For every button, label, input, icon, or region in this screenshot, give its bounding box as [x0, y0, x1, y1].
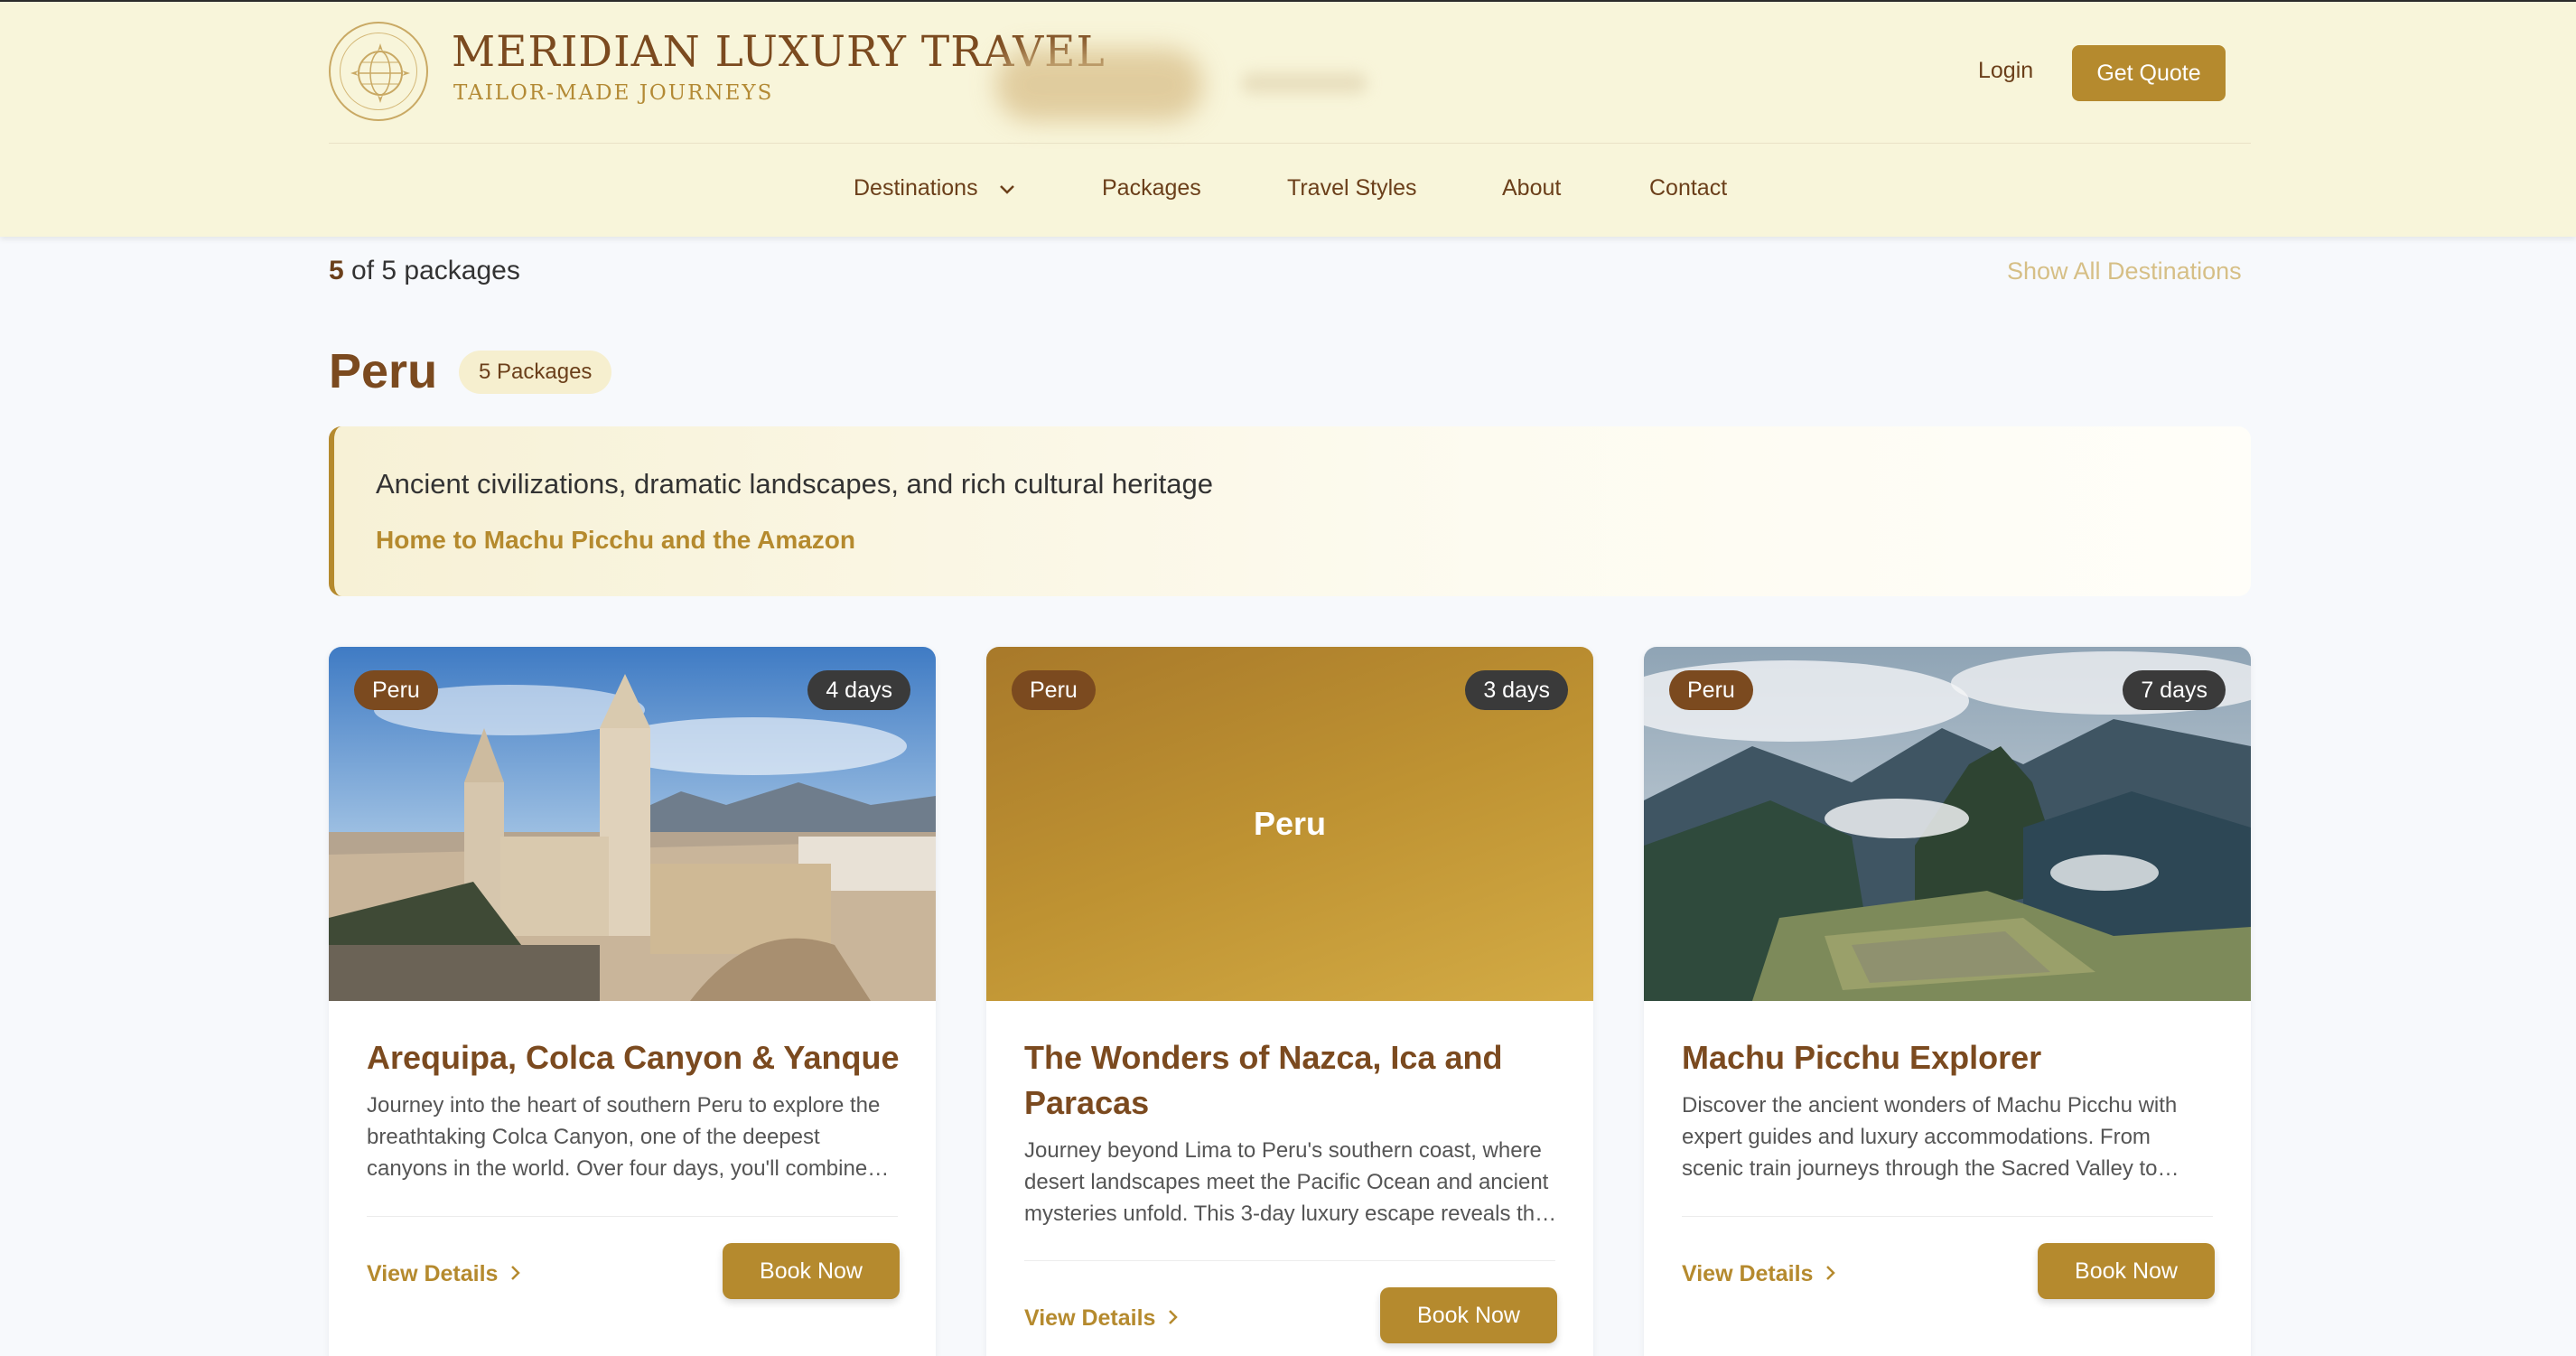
- book-now-button[interactable]: Book Now: [723, 1243, 900, 1299]
- nav-item-packages[interactable]: Packages: [1102, 175, 1201, 201]
- nav-item-contact[interactable]: Contact: [1649, 175, 1727, 201]
- card-title[interactable]: The Wonders of Nazca, Ica and Paracas: [1024, 1035, 1557, 1126]
- package-count-badge: 5 Packages: [459, 351, 612, 394]
- book-now-button[interactable]: Book Now: [2038, 1243, 2215, 1299]
- nav-item-label: Destinations: [854, 175, 978, 201]
- site-header: MERIDIAN LUXURY TRAVEL TAILOR-MADE JOURN…: [0, 0, 2576, 237]
- package-card[interactable]: Peru 7 days Machu Picchu Explorer Discov…: [1644, 647, 2251, 1356]
- card-title[interactable]: Machu Picchu Explorer: [1682, 1035, 2215, 1080]
- chevron-right-icon: [510, 1262, 521, 1288]
- get-quote-button[interactable]: Get Quote: [2072, 45, 2226, 101]
- view-details-link[interactable]: View Details: [1682, 1261, 1836, 1288]
- main-nav: Destinations Packages Travel Styles Abou…: [329, 143, 2251, 237]
- result-count: 5 of 5 packages: [329, 256, 520, 286]
- blurred-element: [995, 49, 1203, 121]
- brand-tagline: TAILOR-MADE JOURNEYS: [453, 81, 774, 105]
- login-link[interactable]: Login: [1978, 58, 2033, 84]
- card-destination-tag: Peru: [1669, 670, 1753, 710]
- card-duration-badge: 3 days: [1465, 670, 1568, 710]
- card-divider: [367, 1216, 898, 1217]
- destination-info-box: Ancient civilizations, dramatic landscap…: [329, 426, 2251, 596]
- result-count-rest: of 5 packages: [343, 256, 520, 285]
- card-image[interactable]: Peru 4 days: [329, 647, 936, 1001]
- card-body: The Wonders of Nazca, Ica and Paracas Jo…: [1024, 1035, 1557, 1230]
- destination-highlight: Home to Machu Picchu and the Amazon: [376, 526, 856, 554]
- package-card[interactable]: Peru 4 days Arequipa, Colca Canyon & Yan…: [329, 647, 936, 1356]
- chevron-right-icon: [1825, 1262, 1836, 1288]
- view-details-link[interactable]: View Details: [367, 1261, 521, 1288]
- show-all-destinations-link[interactable]: Show All Destinations: [2007, 257, 2242, 285]
- result-count-shown: 5: [329, 256, 344, 285]
- destination-title: Peru: [329, 344, 438, 398]
- blurred-element-secondary: [1241, 72, 1367, 94]
- nav-item-destinations[interactable]: Destinations: [854, 175, 1016, 202]
- nav-item-travel-styles[interactable]: Travel Styles: [1287, 175, 1417, 201]
- brand-seal-logo[interactable]: [329, 22, 428, 121]
- card-destination-tag: Peru: [1012, 670, 1096, 710]
- view-details-label: View Details: [1024, 1305, 1156, 1331]
- card-divider: [1024, 1260, 1555, 1261]
- card-description: Discover the ancient wonders of Machu Pi…: [1682, 1093, 2178, 1181]
- card-image-placeholder[interactable]: Peru Peru 3 days: [986, 647, 1593, 1001]
- view-details-label: View Details: [1682, 1261, 1814, 1286]
- chevron-down-icon: [998, 176, 1016, 202]
- destination-description: Ancient civilizations, dramatic landscap…: [376, 468, 1214, 500]
- card-description: Journey beyond Lima to Peru's southern c…: [1024, 1138, 1549, 1226]
- chevron-right-icon: [1168, 1306, 1179, 1333]
- card-destination-tag: Peru: [354, 670, 438, 710]
- card-duration-badge: 4 days: [807, 670, 910, 710]
- view-details-link[interactable]: View Details: [1024, 1305, 1179, 1333]
- nav-item-about[interactable]: About: [1502, 175, 1561, 201]
- card-title[interactable]: Arequipa, Colca Canyon & Yanque: [367, 1035, 900, 1080]
- card-body: Machu Picchu Explorer Discover the ancie…: [1682, 1035, 2215, 1184]
- package-card[interactable]: Peru Peru 3 days The Wonders of Nazca, I…: [986, 647, 1593, 1356]
- card-duration-badge: 7 days: [2123, 670, 2226, 710]
- card-body: Arequipa, Colca Canyon & Yanque Journey …: [367, 1035, 900, 1184]
- globe-icon: [350, 43, 410, 103]
- book-now-button[interactable]: Book Now: [1380, 1287, 1557, 1343]
- header-inner: MERIDIAN LUXURY TRAVEL TAILOR-MADE JOURN…: [329, 2, 2251, 237]
- view-details-label: View Details: [367, 1261, 499, 1286]
- card-divider: [1682, 1216, 2213, 1217]
- card-image[interactable]: Peru 7 days: [1644, 647, 2251, 1001]
- card-description: Journey into the heart of southern Peru …: [367, 1093, 881, 1181]
